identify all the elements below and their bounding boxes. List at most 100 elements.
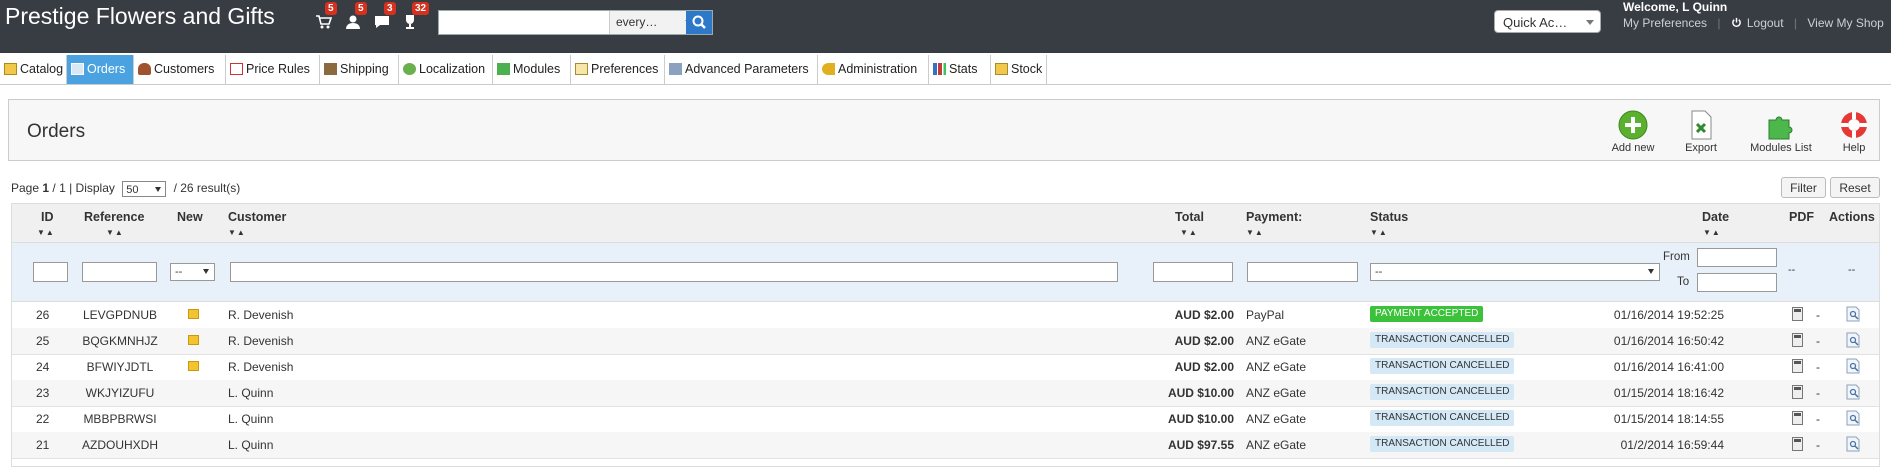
tab-label: Customers bbox=[154, 62, 215, 76]
preferences-icon bbox=[575, 63, 588, 75]
filter-row: -- -- From To -- -- bbox=[12, 243, 1879, 302]
tab-catalog[interactable]: Catalog bbox=[0, 55, 67, 84]
logout-link[interactable]: Logout bbox=[1731, 16, 1784, 30]
status-filter-select[interactable]: -- bbox=[1370, 263, 1660, 281]
tab-price-rules[interactable]: Price Rules bbox=[226, 55, 320, 84]
total-filter-input[interactable] bbox=[1153, 262, 1233, 282]
column-id: ID bbox=[41, 210, 54, 224]
view-order-icon[interactable] bbox=[1846, 436, 1860, 452]
sort-arrows-icon[interactable]: ▼▲ bbox=[1703, 228, 1721, 237]
modules-list-button[interactable]: Modules List bbox=[1743, 110, 1819, 154]
view-order-icon[interactable] bbox=[1846, 384, 1860, 400]
order-total: AUD $97.55 bbox=[1167, 438, 1234, 452]
order-customer: L. Quinn bbox=[228, 412, 274, 426]
search-type-select[interactable]: every… bbox=[609, 11, 697, 34]
sort-arrows-icon[interactable]: ▼▲ bbox=[1370, 228, 1388, 237]
order-reference: WKJYIZUFU bbox=[85, 386, 155, 400]
sort-arrows-icon[interactable]: ▼▲ bbox=[106, 228, 124, 237]
filter-button[interactable]: Filter bbox=[1781, 177, 1826, 198]
page-count: / 1 | Display bbox=[52, 181, 115, 196]
view-order-icon[interactable] bbox=[1846, 332, 1860, 348]
tab-administration[interactable]: Administration bbox=[818, 55, 929, 84]
date-to-label: To bbox=[1677, 276, 1690, 288]
pdf-invoice-icon[interactable] bbox=[1792, 359, 1803, 373]
table-row[interactable]: 22 MBBPBRWSI L. Quinn AUD $10.00 ANZ eGate TR… bbox=[12, 406, 1879, 433]
tab-stock[interactable]: Stock bbox=[991, 55, 1047, 84]
tab-localization[interactable]: Localization bbox=[399, 55, 493, 84]
orders-icon bbox=[71, 63, 84, 75]
tab-shipping[interactable]: Shipping bbox=[320, 55, 399, 84]
id-filter-input[interactable] bbox=[33, 262, 68, 282]
export-button[interactable]: Export bbox=[1671, 110, 1731, 154]
tab-label: Modules bbox=[513, 62, 561, 76]
view-shop-link[interactable]: View My Shop bbox=[1807, 16, 1883, 30]
top-header: Prestige Flowers and Gifts 5 5 3 32 ever… bbox=[0, 0, 1891, 53]
power-icon bbox=[1731, 17, 1741, 27]
status-badge: TRANSACTION CANCELLED bbox=[1370, 384, 1515, 400]
search-button[interactable] bbox=[686, 11, 712, 34]
tab-advanced-parameters[interactable]: Advanced Parameters bbox=[665, 55, 818, 84]
quick-access-label: Quick Ac… bbox=[1503, 15, 1568, 30]
column-customer: Customer bbox=[228, 210, 287, 224]
table-row[interactable]: 26 LEVGPDNUB R. Devenish AUD $2.00 PayPal PAY… bbox=[12, 302, 1879, 329]
date-from-input[interactable] bbox=[1697, 248, 1777, 267]
shop-name[interactable]: Prestige Flowers and Gifts bbox=[5, 3, 275, 30]
orders-notification[interactable]: 5 bbox=[313, 2, 337, 33]
view-order-icon[interactable] bbox=[1846, 306, 1860, 322]
tab-label: Orders bbox=[87, 62, 126, 76]
export-icon bbox=[1691, 110, 1712, 140]
tab-label: Catalog bbox=[20, 62, 64, 76]
stock-icon bbox=[995, 63, 1008, 75]
view-order-icon[interactable] bbox=[1846, 358, 1860, 374]
help-button[interactable]: Help bbox=[1824, 110, 1884, 154]
search-input[interactable] bbox=[439, 11, 615, 34]
order-customer: L. Quinn bbox=[228, 386, 274, 400]
globe-icon bbox=[403, 63, 416, 75]
table-row[interactable]: 21 AZDOUHXDH L. Quinn AUD $97.55 ANZ eGate TR… bbox=[12, 432, 1879, 459]
sort-arrows-icon[interactable]: ▼▲ bbox=[37, 228, 55, 237]
messages-notification[interactable]: 3 bbox=[372, 2, 396, 33]
sort-arrows-icon[interactable]: ▼▲ bbox=[1180, 228, 1198, 237]
table-row[interactable]: 24 BFWIYJDTL R. Devenish AUD $2.00 ANZ eGate… bbox=[12, 354, 1879, 381]
pdf-invoice-icon[interactable] bbox=[1792, 411, 1803, 425]
reference-filter-input[interactable] bbox=[82, 262, 157, 282]
tab-preferences[interactable]: Preferences bbox=[571, 55, 665, 84]
page-word: Page bbox=[11, 181, 40, 196]
order-total: AUD $10.00 bbox=[1167, 412, 1234, 426]
reset-button[interactable]: Reset bbox=[1830, 177, 1880, 198]
tab-orders[interactable]: Orders bbox=[67, 55, 134, 84]
sort-arrows-icon[interactable]: ▼▲ bbox=[228, 228, 246, 237]
add-new-button[interactable]: Add new bbox=[1603, 110, 1663, 154]
column-status: Status bbox=[1370, 210, 1409, 224]
order-payment: ANZ eGate bbox=[1246, 438, 1307, 452]
puzzle-icon bbox=[497, 63, 510, 75]
new-filter-select[interactable]: -- bbox=[170, 263, 215, 281]
tab-stats[interactable]: Stats bbox=[929, 55, 991, 84]
pdf-invoice-icon[interactable] bbox=[1792, 437, 1803, 451]
tab-label: Administration bbox=[838, 62, 918, 76]
achievements-notification[interactable]: 32 bbox=[400, 2, 430, 33]
payment-filter-input[interactable] bbox=[1247, 262, 1358, 282]
tab-modules[interactable]: Modules bbox=[493, 55, 571, 84]
tab-label: Price Rules bbox=[246, 62, 310, 76]
notification-badge: 5 bbox=[355, 2, 367, 15]
view-order-icon[interactable] bbox=[1846, 410, 1860, 426]
pdf-invoice-icon[interactable] bbox=[1792, 385, 1803, 399]
quick-access-select[interactable]: Quick Ac… bbox=[1494, 10, 1601, 33]
my-preferences-link[interactable]: My Preferences bbox=[1623, 16, 1707, 30]
per-page-select[interactable]: 50 bbox=[122, 181, 167, 197]
table-row[interactable]: 25 BQGKMNHJZ R. Devenish AUD $2.00 ANZ eGate… bbox=[12, 328, 1879, 355]
customers-notification[interactable]: 5 bbox=[343, 2, 367, 33]
message-icon bbox=[375, 16, 389, 28]
pdf-invoice-icon[interactable] bbox=[1792, 333, 1803, 347]
column-payment: Payment: bbox=[1246, 210, 1303, 224]
date-to-input[interactable] bbox=[1697, 273, 1777, 292]
pdf-invoice-icon[interactable] bbox=[1792, 307, 1803, 321]
order-total: AUD $2.00 bbox=[1174, 360, 1234, 374]
notification-badge: 3 bbox=[384, 2, 396, 15]
tab-customers[interactable]: Customers bbox=[134, 55, 226, 84]
customer-filter-input[interactable] bbox=[230, 262, 1118, 282]
table-row[interactable]: 23 WKJYIZUFU L. Quinn AUD $10.00 ANZ eGate TR… bbox=[12, 380, 1879, 407]
sort-arrows-icon[interactable]: ▼▲ bbox=[1246, 228, 1264, 237]
tab-label: Localization bbox=[419, 62, 486, 76]
